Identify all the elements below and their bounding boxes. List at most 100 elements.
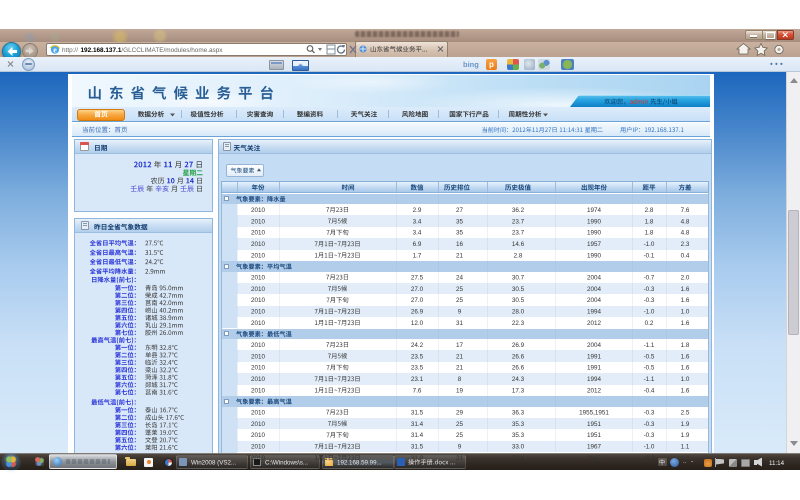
- svg-text:24: 24: [456, 274, 464, 281]
- svg-text:-0.7: -0.7: [644, 274, 655, 281]
- svg-text:1.0: 1.0: [681, 376, 690, 383]
- svg-text:1.6: 1.6: [681, 353, 690, 360]
- svg-text:2010: 2010: [251, 207, 266, 214]
- svg-text:11:14: 11:14: [769, 460, 785, 467]
- svg-text:1.6: 1.6: [681, 297, 690, 304]
- svg-text:1967: 1967: [587, 455, 602, 462]
- svg-text:31.4: 31.4: [411, 432, 424, 439]
- svg-text:-1.0: -1.0: [644, 241, 655, 248]
- svg-text:http://: http://: [62, 47, 78, 54]
- svg-text:28.0: 28.0: [512, 309, 525, 316]
- svg-text:23.5: 23.5: [411, 353, 424, 360]
- svg-text:22.3: 22.3: [512, 320, 525, 327]
- svg-text:-0.3: -0.3: [644, 409, 655, 416]
- svg-text:23.5: 23.5: [411, 365, 424, 372]
- svg-text:2012: 2012: [587, 388, 602, 395]
- svg-text:-0.4: -0.4: [644, 388, 655, 395]
- svg-text:2010: 2010: [251, 409, 266, 416]
- svg-text:1.0: 1.0: [681, 309, 690, 316]
- svg-text:2010: 2010: [251, 444, 266, 451]
- svg-text:6.9: 6.9: [413, 241, 422, 248]
- svg-text:31.5: 31.5: [411, 444, 424, 451]
- svg-text:2010: 2010: [251, 353, 266, 360]
- svg-text:25: 25: [456, 297, 464, 304]
- svg-text:25: 25: [456, 432, 464, 439]
- svg-text:-1.1: -1.1: [644, 376, 655, 383]
- svg-text:1.9: 1.9: [681, 432, 690, 439]
- svg-text:2.8: 2.8: [645, 207, 654, 214]
- svg-text:bing: bing: [463, 60, 479, 69]
- svg-text:36.3: 36.3: [512, 409, 525, 416]
- svg-text:31: 31: [456, 320, 464, 327]
- svg-text:7.6: 7.6: [413, 388, 422, 395]
- svg-text:2010: 2010: [251, 241, 266, 248]
- svg-text:16: 16: [456, 241, 464, 248]
- svg-text:9: 9: [458, 309, 462, 316]
- svg-text:2010: 2010: [251, 297, 266, 304]
- svg-text:-0.3: -0.3: [644, 286, 655, 293]
- svg-text:29: 29: [456, 409, 464, 416]
- svg-text:26.9: 26.9: [411, 309, 424, 316]
- svg-text:Win2008 (VS2...: Win2008 (VS2...: [191, 459, 236, 466]
- svg-text:23.7: 23.7: [512, 218, 525, 225]
- svg-text:1991: 1991: [587, 365, 602, 372]
- svg-text:1.8: 1.8: [681, 342, 690, 349]
- svg-text:1.6: 1.6: [681, 388, 690, 395]
- svg-text:1.8: 1.8: [645, 218, 654, 225]
- svg-text:27.0: 27.0: [411, 286, 424, 293]
- svg-text:2.8: 2.8: [514, 253, 523, 260]
- svg-text:..: ..: [683, 459, 687, 465]
- svg-text:0.4: 0.4: [681, 253, 690, 260]
- svg-text:-1.0: -1.0: [644, 309, 655, 316]
- svg-text:1994: 1994: [587, 376, 602, 383]
- svg-text:21: 21: [456, 353, 464, 360]
- svg-text:33.4: 33.4: [512, 455, 525, 462]
- svg-text:2004: 2004: [587, 274, 602, 281]
- svg-text:9: 9: [458, 444, 462, 451]
- svg-text:2012: 2012: [587, 320, 602, 327]
- svg-text:25: 25: [456, 421, 464, 428]
- svg-text:-0.3: -0.3: [644, 297, 655, 304]
- svg-text:4.8: 4.8: [681, 230, 690, 237]
- svg-text:1967: 1967: [587, 444, 602, 451]
- svg-text:27.5: 27.5: [411, 274, 424, 281]
- svg-text:1.9: 1.9: [681, 421, 690, 428]
- svg-text:-0.5: -0.5: [644, 365, 655, 372]
- svg-text:35.3: 35.3: [512, 421, 525, 428]
- svg-text:192.168.59.99...: 192.168.59.99...: [337, 459, 382, 466]
- svg-text:1991: 1991: [587, 353, 602, 360]
- svg-text:4.8: 4.8: [681, 218, 690, 225]
- svg-text:-0.1: -0.1: [644, 253, 655, 260]
- svg-text:35: 35: [456, 218, 464, 225]
- svg-text:24.3: 24.3: [512, 376, 525, 383]
- svg-text:30.7: 30.7: [512, 274, 525, 281]
- svg-text:35: 35: [456, 230, 464, 237]
- svg-text:30.5: 30.5: [512, 286, 525, 293]
- svg-text:2010: 2010: [251, 432, 266, 439]
- svg-text:25: 25: [456, 286, 464, 293]
- svg-text:2010: 2010: [251, 342, 266, 349]
- svg-text:2010: 2010: [251, 455, 266, 462]
- svg-text:1990: 1990: [587, 218, 602, 225]
- svg-text:2010: 2010: [251, 309, 266, 316]
- svg-text:C:\Windows\s...: C:\Windows\s...: [265, 459, 308, 466]
- svg-text:8: 8: [458, 376, 462, 383]
- svg-text:-0.3: -0.3: [644, 432, 655, 439]
- svg-text:24.2: 24.2: [411, 342, 424, 349]
- svg-text:-0.3: -0.3: [644, 421, 655, 428]
- svg-text:1.6: 1.6: [681, 365, 690, 372]
- svg-text:192.168.137.1/GLCCLIMATE/modul: 192.168.137.1/GLCCLIMATE/modules/home.as…: [81, 47, 224, 54]
- svg-text:-1.0: -1.0: [644, 444, 655, 451]
- svg-text:2010: 2010: [251, 286, 266, 293]
- svg-text:2010: 2010: [251, 388, 266, 395]
- svg-text:2004: 2004: [587, 286, 602, 293]
- svg-text:3.4: 3.4: [413, 218, 422, 225]
- svg-text:17.3: 17.3: [512, 388, 525, 395]
- svg-text:2010: 2010: [251, 218, 266, 225]
- svg-text:21: 21: [456, 455, 464, 462]
- svg-text:2.0: 2.0: [681, 274, 690, 281]
- svg-text:33.0: 33.0: [512, 444, 525, 451]
- svg-text:1951: 1951: [587, 432, 602, 439]
- svg-text:2010: 2010: [251, 274, 266, 281]
- svg-text:30.5: 30.5: [512, 297, 525, 304]
